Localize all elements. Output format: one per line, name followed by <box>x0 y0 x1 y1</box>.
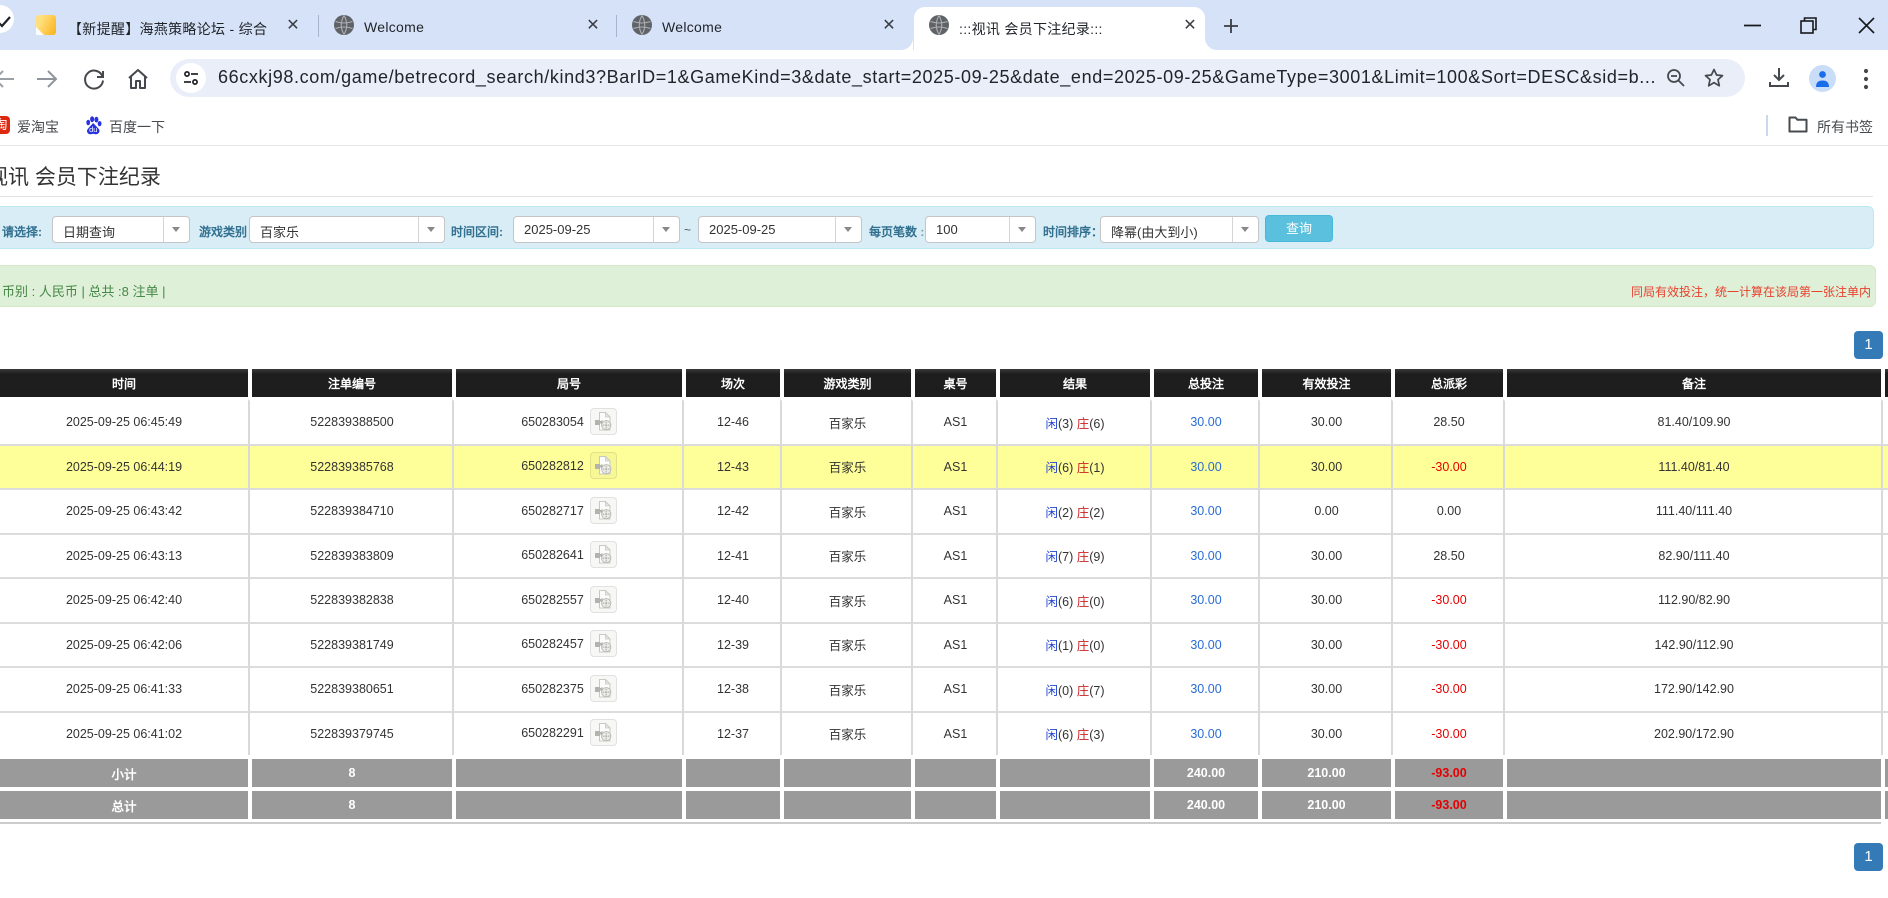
svg-text:du: du <box>89 125 97 134</box>
